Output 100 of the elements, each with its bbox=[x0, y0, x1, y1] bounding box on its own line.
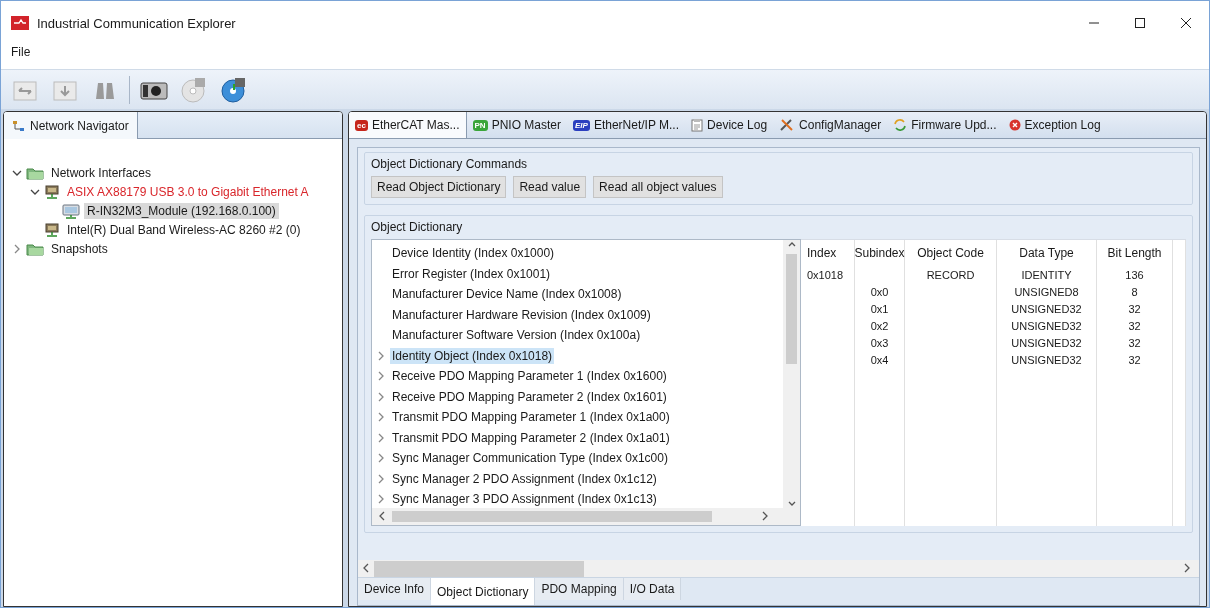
column-header: Data Type bbox=[1019, 246, 1074, 262]
table-cell-text: 136 bbox=[1125, 269, 1144, 283]
command-button[interactable]: Read all object values bbox=[593, 176, 723, 198]
column-header: Object Code bbox=[917, 246, 984, 262]
tab-logo: ec bbox=[355, 119, 368, 131]
tab[interactable]: ec EtherCAT Mas... bbox=[349, 112, 467, 138]
clipboard-icon bbox=[691, 118, 704, 132]
tree-item[interactable]: R-IN32M3_Module (192.168.0.100) bbox=[84, 202, 279, 219]
table-cell-text: 0x2 bbox=[870, 320, 889, 334]
object-item[interactable]: Receive PDO Mapping Parameter 2 (Index 0x1601) bbox=[390, 388, 669, 405]
column-header: Bit Length bbox=[1107, 246, 1162, 262]
app-logo-icon bbox=[11, 16, 29, 30]
tab[interactable]: I/O Data bbox=[623, 578, 682, 600]
table-cell-text: 32 bbox=[1128, 303, 1141, 317]
chevron-right-icon[interactable] bbox=[376, 391, 386, 402]
tree-item[interactable]: Network Interfaces bbox=[48, 164, 155, 181]
tab-label: Firmware Upd... bbox=[911, 118, 997, 132]
object-item[interactable]: Error Register (Index 0x1001) bbox=[390, 265, 553, 282]
table-cell-text: 0x1018 bbox=[807, 269, 844, 283]
chevron-right-icon[interactable] bbox=[376, 473, 386, 484]
tab[interactable]: PDO Mapping bbox=[535, 578, 624, 600]
column-header: Subindex bbox=[854, 246, 905, 262]
chevron-right-icon[interactable] bbox=[376, 432, 386, 443]
table-cell-text: 32 bbox=[1128, 320, 1141, 334]
computer-icon bbox=[62, 202, 80, 219]
tab[interactable]: Firmware Upd... bbox=[887, 112, 1003, 138]
object-item[interactable]: Sync Manager 2 PDO Assignment (Index 0x1c12) bbox=[390, 470, 659, 487]
scrollbar-thumb[interactable] bbox=[374, 560, 584, 577]
table-cell-text: 0x0 bbox=[870, 286, 889, 300]
object-item[interactable]: Receive PDO Mapping Parameter 1 (Index 0x1600) bbox=[390, 368, 669, 385]
object-item[interactable]: Sync Manager 3 PDO Assignment (Index 0x1c13) bbox=[390, 491, 659, 508]
tab[interactable]: ConfigManager bbox=[773, 112, 888, 138]
object-item[interactable]: Manufacturer Software Version (Index 0x100a) bbox=[390, 327, 643, 344]
chevron-right-icon[interactable] bbox=[376, 494, 386, 505]
chevron-right-icon[interactable] bbox=[376, 412, 386, 423]
table-cell-text: IDENTITY bbox=[1021, 269, 1072, 283]
table-cell-text: 0x3 bbox=[870, 337, 889, 351]
menu-item[interactable]: File bbox=[7, 45, 35, 59]
network-adapter-icon bbox=[44, 221, 60, 238]
object-item[interactable]: Identity Object (Index 0x1018) bbox=[390, 347, 555, 364]
chevron-right-icon[interactable] bbox=[376, 350, 386, 361]
tree-item[interactable]: Snapshots bbox=[48, 240, 111, 257]
window-title: Industrial Communication Explorer bbox=[37, 15, 237, 31]
object-item[interactable]: Transmit PDO Mapping Parameter 1 (Index 0x1a00) bbox=[390, 409, 672, 426]
table-cell-text: UNSIGNED32 bbox=[1011, 320, 1082, 334]
error-icon bbox=[1008, 119, 1021, 131]
table-cell-text: UNSIGNED32 bbox=[1011, 354, 1082, 368]
table-cell-text: UNSIGNED32 bbox=[1011, 303, 1082, 317]
close-icon bbox=[1181, 18, 1191, 28]
object-item[interactable]: Transmit PDO Mapping Parameter 2 (Index 0x1a01) bbox=[390, 429, 672, 446]
tab[interactable]: Device Info bbox=[358, 578, 432, 600]
object-item[interactable]: Device Identity (Index 0x1000) bbox=[390, 245, 557, 262]
tab-logo: EIP bbox=[573, 119, 590, 131]
chevron-right-icon[interactable] bbox=[12, 243, 22, 254]
network-adapter-icon bbox=[44, 183, 60, 200]
tree-item[interactable]: Intel(R) Dual Band Wireless-AC 8260 #2 (0) bbox=[64, 221, 304, 238]
tab-label: EtherCAT Mas... bbox=[371, 118, 460, 132]
group-title: Object Dictionary Commands bbox=[371, 157, 529, 171]
scroll-right-icon[interactable] bbox=[1183, 562, 1191, 573]
command-button[interactable]: Read value bbox=[513, 176, 587, 198]
vertical-scrollbar[interactable] bbox=[783, 240, 800, 508]
tab[interactable]: EIP EtherNet/IP M... bbox=[567, 112, 686, 138]
horizontal-scrollbar[interactable] bbox=[358, 560, 1199, 577]
table-cell-text: 32 bbox=[1128, 354, 1141, 368]
object-item[interactable]: Sync Manager Communication Type (Index 0x1c00) bbox=[390, 450, 670, 467]
scroll-left-icon[interactable] bbox=[362, 562, 370, 573]
folder-icon bbox=[26, 241, 44, 256]
table-cell-text: 8 bbox=[1131, 286, 1138, 300]
object-item[interactable]: Manufacturer Device Name (Index 0x1008) bbox=[390, 286, 624, 303]
scrollbar-thumb[interactable] bbox=[392, 511, 712, 522]
tab-logo: PN bbox=[472, 119, 488, 131]
tab[interactable]: PN PNIO Master bbox=[466, 112, 567, 138]
scrollbar-thumb[interactable] bbox=[786, 254, 797, 364]
maximize-icon bbox=[1135, 18, 1145, 28]
object-item[interactable]: Manufacturer Hardware Revision (Index 0x1009) bbox=[390, 306, 653, 323]
table-cell-text: UNSIGNED32 bbox=[1011, 337, 1082, 351]
chevron-right-icon[interactable] bbox=[376, 371, 386, 382]
column-header: Index bbox=[807, 246, 837, 262]
group-title: Object Dictionary bbox=[371, 220, 464, 234]
panel-tab[interactable]: Network Navigator bbox=[4, 112, 138, 139]
tab-label: EtherNet/IP M... bbox=[593, 118, 680, 132]
tab-label: ConfigManager bbox=[799, 118, 882, 132]
tree-item[interactable]: ASIX AX88179 USB 3.0 to Gigabit Ethernet A bbox=[64, 183, 312, 200]
table-cell-text: 0x1 bbox=[870, 303, 889, 317]
disc-icon bbox=[220, 75, 248, 104]
table-cell-text: 0x4 bbox=[870, 354, 889, 368]
scroll-left-icon[interactable] bbox=[378, 510, 386, 521]
tab[interactable]: Object Dictionary bbox=[431, 578, 536, 605]
tab[interactable]: Exception Log bbox=[1002, 112, 1107, 138]
folder-icon bbox=[26, 165, 44, 180]
tab[interactable]: Device Log bbox=[685, 112, 774, 138]
scroll-right-icon[interactable] bbox=[761, 510, 769, 521]
command-button[interactable]: Read Object Dictionary bbox=[371, 176, 507, 198]
tab-label: Device Log bbox=[707, 118, 768, 132]
chevron-right-icon[interactable] bbox=[376, 453, 386, 464]
tab-label: Exception Log bbox=[1024, 118, 1101, 132]
table-cell-text: UNSIGNED8 bbox=[1014, 286, 1079, 300]
horizontal-scrollbar[interactable] bbox=[372, 508, 783, 525]
panel-tab-label: Network Navigator bbox=[30, 118, 129, 133]
tab-label: PNIO Master bbox=[491, 118, 561, 132]
